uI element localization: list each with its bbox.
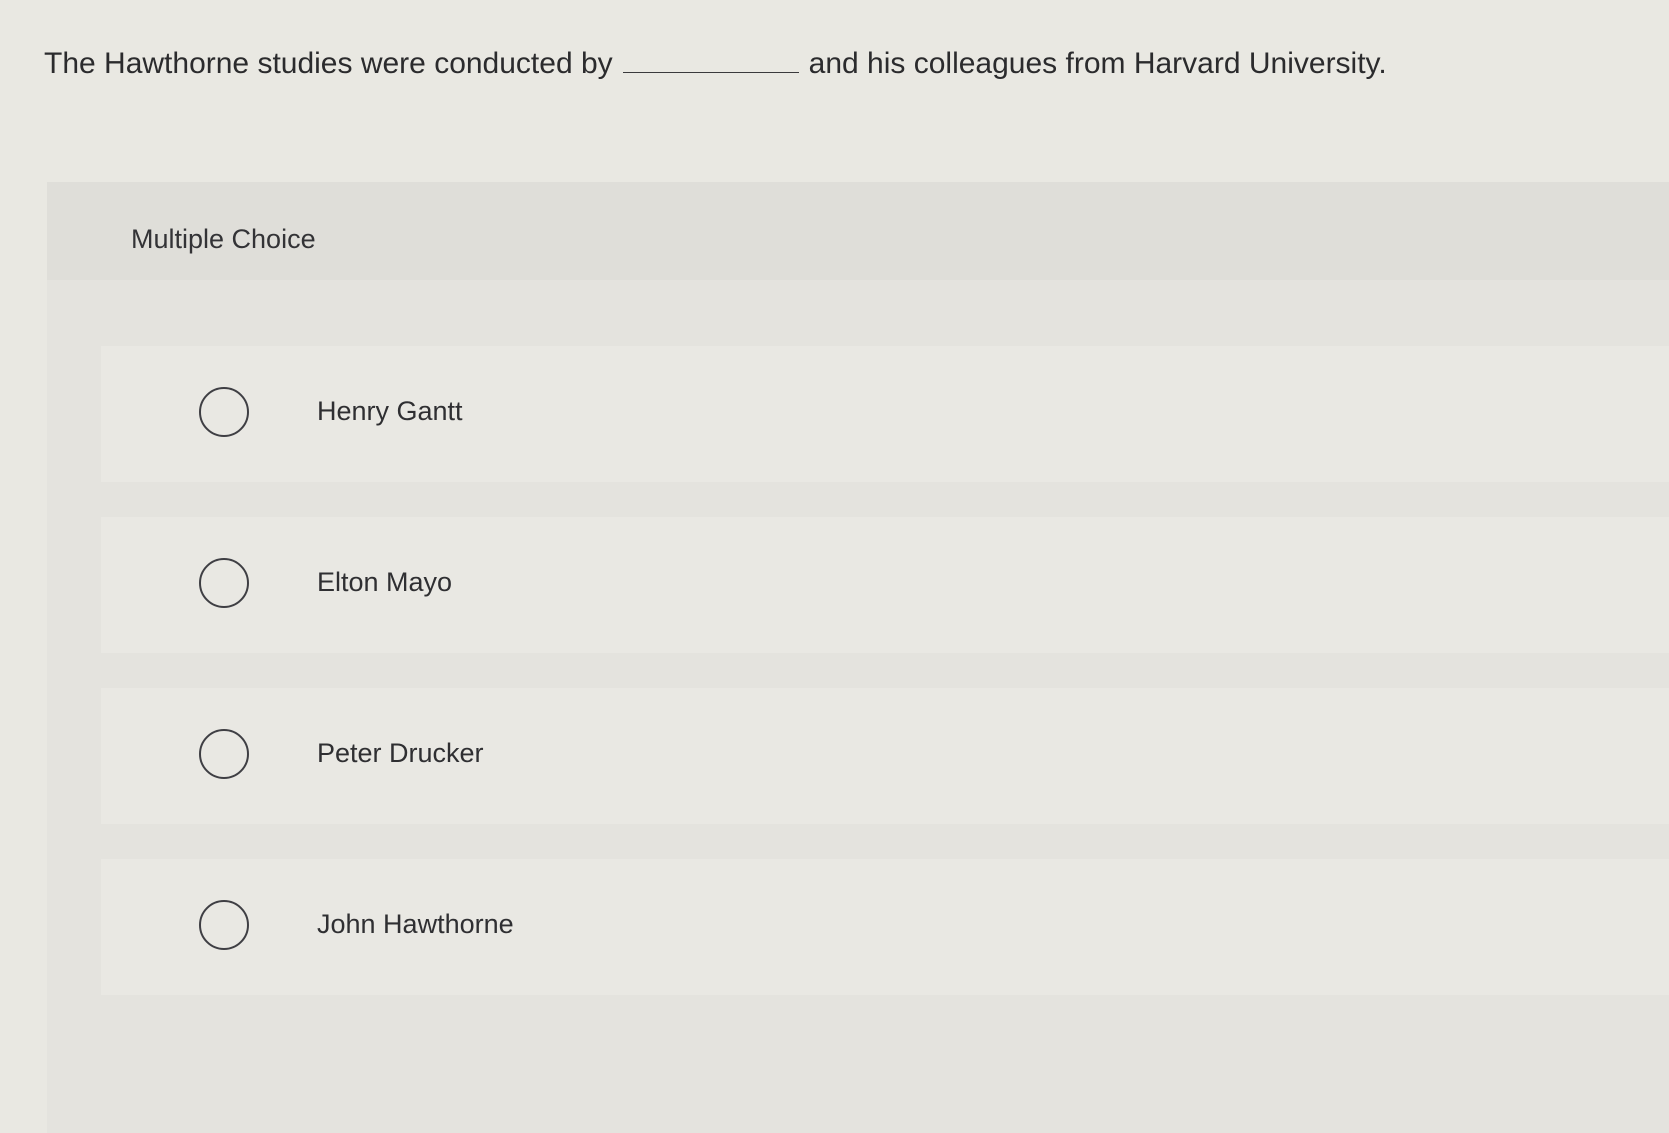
answer-option-elton-mayo[interactable]: Elton Mayo [101,517,1669,653]
answer-option-henry-gantt[interactable]: Henry Gantt [101,346,1669,482]
answer-option-john-hawthorne[interactable]: John Hawthorne [101,859,1669,995]
answer-option-peter-drucker[interactable]: Peter Drucker [101,688,1669,824]
question-prefix: The Hawthorne studies were conducted by [44,47,613,80]
answer-blank [622,46,799,73]
question-text: The Hawthorne studies were conducted by a… [44,44,1604,84]
question-suffix: and his colleagues from Harvard Universi… [808,47,1387,80]
radio-button-icon[interactable] [199,729,249,779]
multiple-choice-panel: Multiple Choice Henry Gantt Elton Mayo P… [47,182,1669,1133]
option-label: Elton Mayo [317,567,453,597]
option-label: John Hawthorne [317,909,514,939]
multiple-choice-label: Multiple Choice [131,224,316,254]
option-label: Peter Drucker [317,738,484,768]
radio-button-icon[interactable] [199,558,249,608]
radio-button-icon[interactable] [199,387,249,437]
radio-button-icon[interactable] [199,900,249,950]
panel-header: Multiple Choice [47,182,1669,280]
option-label: Henry Gantt [317,396,463,426]
